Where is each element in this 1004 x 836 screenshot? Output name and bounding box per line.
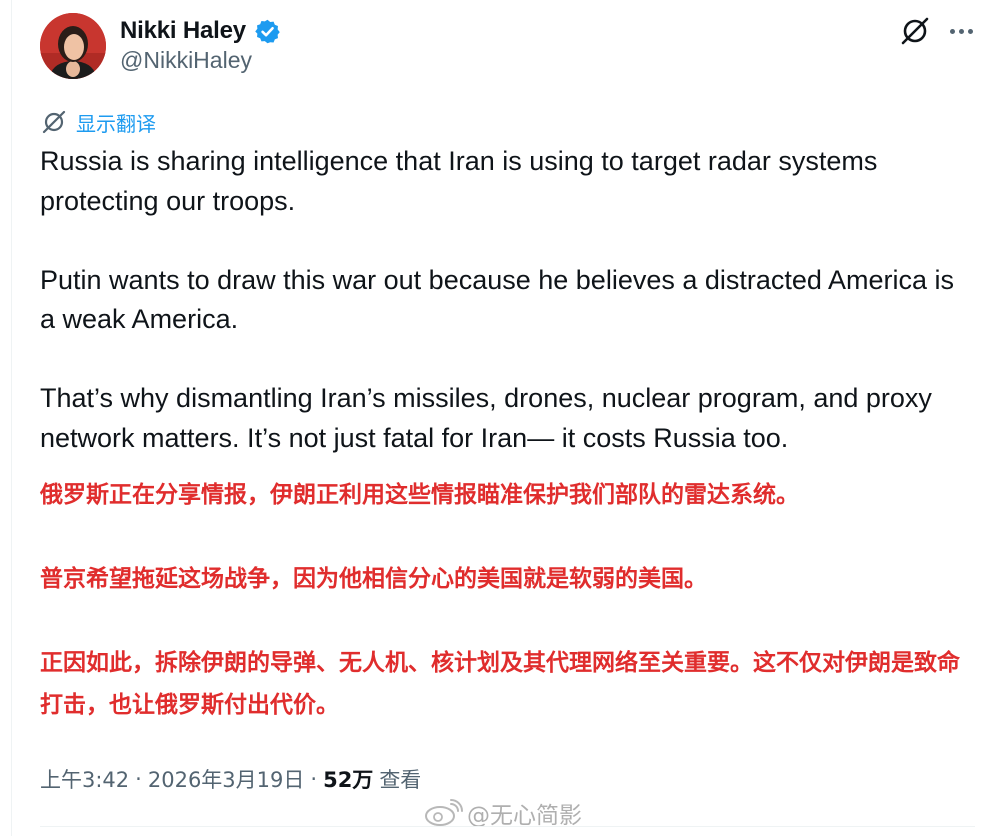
verified-badge-icon (254, 18, 281, 45)
tweet-text: Russia is sharing intelligence that Iran… (40, 142, 970, 458)
show-translation-label[interactable]: 显示翻译 (76, 108, 156, 137)
tweet-page: Nikki Haley @NikkiHaley 显示翻译 Russia is s… (0, 0, 1004, 836)
weibo-logo-icon (423, 798, 463, 828)
name-row: Nikki Haley (120, 14, 281, 48)
tweet-paragraph: Putin wants to draw this war out because… (40, 264, 954, 335)
translation-paragraph: 俄罗斯正在分享情报，伊朗正利用这些情报瞄准保护我们部队的雷达系统。 (40, 482, 799, 508)
more-icon[interactable] (946, 16, 976, 46)
avatar[interactable] (40, 13, 106, 79)
tweet-date[interactable]: 2026年3月19日 (148, 764, 305, 794)
author-display-name[interactable]: Nikki Haley (120, 17, 246, 45)
left-divider (11, 0, 12, 836)
show-translation-button[interactable]: 显示翻译 (40, 108, 156, 136)
meta-separator: · (135, 767, 142, 791)
tweet-paragraph: Russia is sharing intelligence that Iran… (40, 146, 878, 216)
tweet-time[interactable]: 上午3:42 (40, 764, 129, 794)
views-label: 查看 (379, 768, 422, 792)
meta-separator: · (310, 767, 318, 791)
translation-paragraph: 普京希望拖延这场战争，因为他相信分心的美国就是软弱的美国。 (40, 566, 707, 592)
author-handle[interactable]: @NikkiHaley (120, 47, 252, 74)
translation-paragraph: 正因如此，拆除伊朗的导弹、无人机、核计划及其代理网络至关重要。这不仅对伊朗是致命… (40, 650, 960, 718)
translate-icon (40, 108, 68, 136)
tweet-meta: 上午3:42 · 2026年3月19日 · 52万 查看 (40, 763, 421, 795)
tweet-paragraph: That’s why dismantling Iran’s missiles, … (40, 383, 932, 453)
watermark-text: @无心简影 (467, 803, 582, 829)
divider (40, 826, 975, 827)
views-count: 52万 (323, 768, 374, 792)
chinese-translation: 俄罗斯正在分享情报，伊朗正利用这些情报瞄准保护我们部队的雷达系统。 普京希望拖延… (40, 474, 975, 726)
watermark: @无心简影 (423, 796, 582, 830)
grok-icon[interactable] (898, 14, 932, 48)
